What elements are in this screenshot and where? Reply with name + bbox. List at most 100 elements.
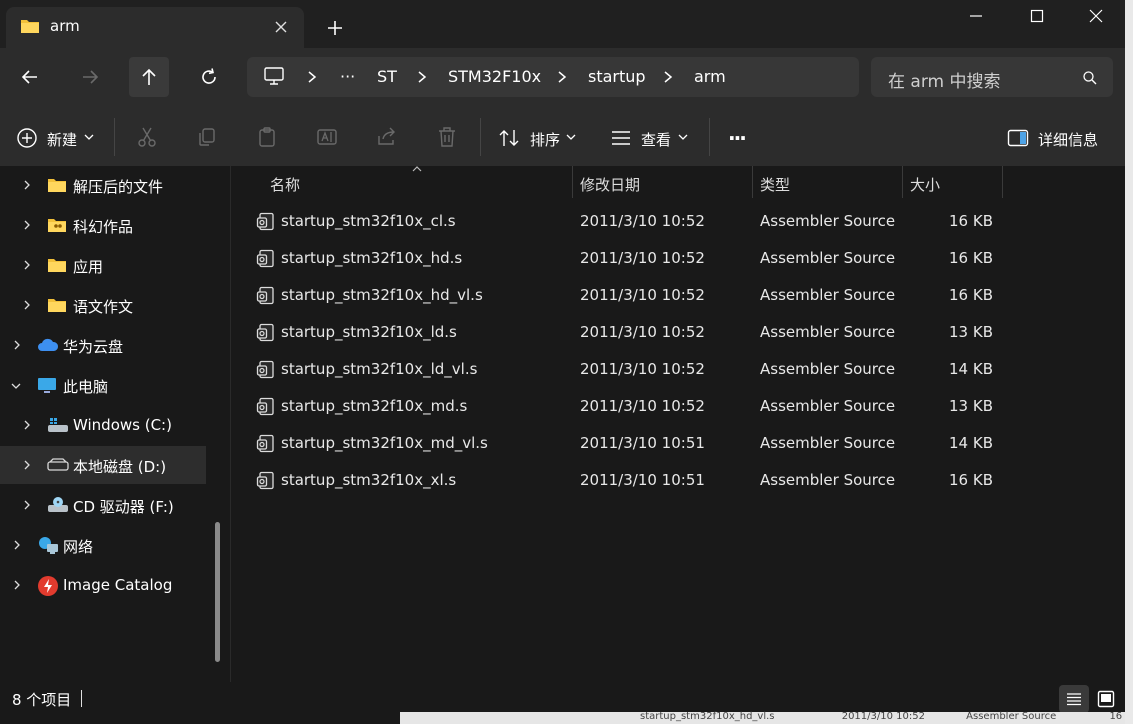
file-size: 13 KB bbox=[949, 397, 993, 415]
sidebar-item-scifi[interactable]: 科幻作品 bbox=[0, 206, 206, 244]
file-size: 14 KB bbox=[949, 434, 993, 452]
chevron-right-icon[interactable] bbox=[12, 579, 22, 591]
assembler-file-icon bbox=[256, 471, 276, 491]
sidebar-item-cd-drive[interactable]: CD 驱动器 (F:) bbox=[0, 486, 206, 524]
background-file-modified: 2011/3/10 10:52 bbox=[841, 711, 925, 722]
share-icon[interactable] bbox=[376, 126, 398, 148]
breadcrumb-st[interactable]: ST bbox=[377, 67, 397, 86]
file-modified: 2011/3/10 10:51 bbox=[580, 471, 705, 489]
sidebar-scrollbar[interactable] bbox=[215, 522, 220, 662]
file-modified: 2011/3/10 10:52 bbox=[580, 249, 705, 267]
chevron-right-icon[interactable] bbox=[12, 539, 22, 551]
cut-icon[interactable] bbox=[136, 126, 158, 148]
sidebar-item-this-pc[interactable]: 此电脑 bbox=[0, 366, 206, 404]
chevron-right-icon[interactable] bbox=[22, 419, 32, 431]
folder-icon bbox=[47, 257, 67, 273]
maximize-icon[interactable] bbox=[1007, 0, 1067, 32]
file-name: startup_stm32f10x_xl.s bbox=[281, 471, 457, 489]
sidebar-item-image-catalog[interactable]: Image Catalog bbox=[0, 566, 206, 604]
sidebar-item-label: 语文作文 bbox=[73, 298, 134, 316]
chevron-right-icon[interactable] bbox=[22, 219, 32, 231]
sort-button[interactable]: 排序 bbox=[530, 129, 560, 150]
more-options-button[interactable]: ··· bbox=[728, 126, 747, 150]
file-row[interactable]: startup_stm32f10x_hd_vl.s 2011/3/10 10:52… bbox=[240, 277, 1002, 314]
search-icon[interactable] bbox=[1082, 70, 1098, 86]
sidebar-item-essays[interactable]: 语文作文 bbox=[0, 286, 206, 324]
breadcrumb-chevron-icon bbox=[416, 69, 428, 85]
tab-arm[interactable]: arm bbox=[6, 7, 304, 48]
back-arrow-icon[interactable] bbox=[12, 59, 48, 95]
chevron-down-icon bbox=[84, 133, 94, 141]
pane-divider[interactable] bbox=[230, 166, 231, 682]
large-icons-view-icon[interactable] bbox=[1093, 685, 1119, 713]
new-button[interactable]: 新建 bbox=[47, 129, 77, 150]
up-arrow-icon[interactable] bbox=[129, 57, 169, 97]
forward-arrow-icon[interactable] bbox=[72, 59, 108, 95]
sidebar-item-label: 网络 bbox=[63, 538, 94, 556]
details-button[interactable]: 详细信息 bbox=[1038, 129, 1098, 150]
file-row[interactable]: startup_stm32f10x_hd.s 2011/3/10 10:52 Ass… bbox=[240, 240, 1002, 277]
sidebar-item-label: 解压后的文件 bbox=[73, 178, 164, 196]
sidebar-item-huawei-cloud[interactable]: 华为云盘 bbox=[0, 326, 206, 364]
details-pane-icon[interactable] bbox=[1007, 129, 1029, 147]
file-size: 16 KB bbox=[949, 249, 993, 267]
sidebar-item-extracted[interactable]: 解压后的文件 bbox=[0, 166, 206, 204]
command-bar bbox=[0, 108, 1125, 166]
file-row[interactable]: startup_stm32f10x_md.s 2011/3/10 10:52 Ass… bbox=[240, 388, 1002, 425]
sidebar-item-drive-c[interactable]: Windows (C:) bbox=[0, 406, 206, 444]
chevron-right-icon[interactable] bbox=[12, 339, 22, 351]
search-placeholder: 在 arm 中搜索 bbox=[888, 72, 1001, 92]
file-name: startup_stm32f10x_md_vl.s bbox=[281, 434, 488, 452]
view-button[interactable]: 查看 bbox=[641, 129, 671, 150]
breadcrumb-overflow[interactable]: ··· bbox=[340, 67, 355, 86]
column-header-size[interactable]: 大小 bbox=[910, 174, 940, 195]
refresh-icon[interactable] bbox=[191, 59, 227, 95]
address-bar[interactable] bbox=[247, 57, 859, 97]
sort-icon[interactable] bbox=[498, 128, 520, 148]
chevron-right-icon[interactable] bbox=[22, 459, 32, 471]
paste-icon[interactable] bbox=[256, 126, 278, 148]
chevron-right-icon[interactable] bbox=[22, 259, 32, 271]
toolbar-divider bbox=[480, 118, 481, 156]
sidebar-item-network[interactable]: 网络 bbox=[0, 526, 206, 564]
new-tab-icon[interactable] bbox=[322, 16, 348, 40]
column-header-name[interactable]: 名称 bbox=[270, 174, 300, 195]
sidebar-item-drive-d[interactable]: 本地磁盘 (D:) bbox=[0, 446, 206, 484]
file-row[interactable]: startup_stm32f10x_md_vl.s 2011/3/10 10:51… bbox=[240, 425, 1002, 462]
file-row[interactable]: startup_stm32f10x_xl.s 2011/3/10 10:51 Ass… bbox=[240, 462, 1002, 499]
toolbar-divider bbox=[709, 118, 710, 156]
tab-title: arm bbox=[50, 17, 80, 35]
rename-icon[interactable] bbox=[316, 126, 338, 148]
sidebar-item-apps[interactable]: 应用 bbox=[0, 246, 206, 284]
file-row[interactable]: startup_stm32f10x_ld_vl.s 2011/3/10 10:52… bbox=[240, 351, 1002, 388]
assembler-file-icon bbox=[256, 212, 276, 232]
new-plus-icon[interactable] bbox=[16, 127, 38, 149]
column-header-modified[interactable]: 修改日期 bbox=[580, 174, 640, 195]
network-icon bbox=[37, 535, 59, 555]
close-window-icon[interactable] bbox=[1066, 0, 1126, 32]
file-row[interactable]: startup_stm32f10x_cl.s 2011/3/10 10:52 Ass… bbox=[240, 203, 1002, 240]
close-tab-icon[interactable] bbox=[270, 17, 292, 37]
chevron-right-icon[interactable] bbox=[22, 499, 32, 511]
view-list-icon[interactable] bbox=[610, 129, 632, 147]
breadcrumb-startup[interactable]: startup bbox=[588, 67, 646, 86]
details-view-icon[interactable] bbox=[1059, 685, 1089, 713]
file-size: 13 KB bbox=[949, 323, 993, 341]
column-header-type[interactable]: 类型 bbox=[760, 174, 790, 195]
sort-ascending-icon bbox=[412, 165, 422, 173]
column-divider[interactable] bbox=[752, 166, 753, 198]
copy-icon[interactable] bbox=[196, 126, 218, 148]
chevron-right-icon[interactable] bbox=[22, 179, 32, 191]
minimize-icon[interactable] bbox=[946, 0, 1006, 32]
delete-icon[interactable] bbox=[436, 126, 458, 148]
chevron-right-icon[interactable] bbox=[22, 299, 32, 311]
file-name: startup_stm32f10x_hd_vl.s bbox=[281, 286, 483, 304]
file-type: Assembler Source bbox=[760, 323, 896, 341]
chevron-down-icon[interactable] bbox=[10, 381, 22, 391]
breadcrumb-arm[interactable]: arm bbox=[694, 67, 726, 86]
column-divider[interactable] bbox=[902, 166, 903, 198]
breadcrumb-stm32f10x[interactable]: STM32F10x bbox=[448, 67, 541, 86]
column-divider[interactable] bbox=[572, 166, 573, 198]
column-divider[interactable] bbox=[1002, 166, 1003, 198]
file-row[interactable]: startup_stm32f10x_ld.s 2011/3/10 10:52 Ass… bbox=[240, 314, 1002, 351]
